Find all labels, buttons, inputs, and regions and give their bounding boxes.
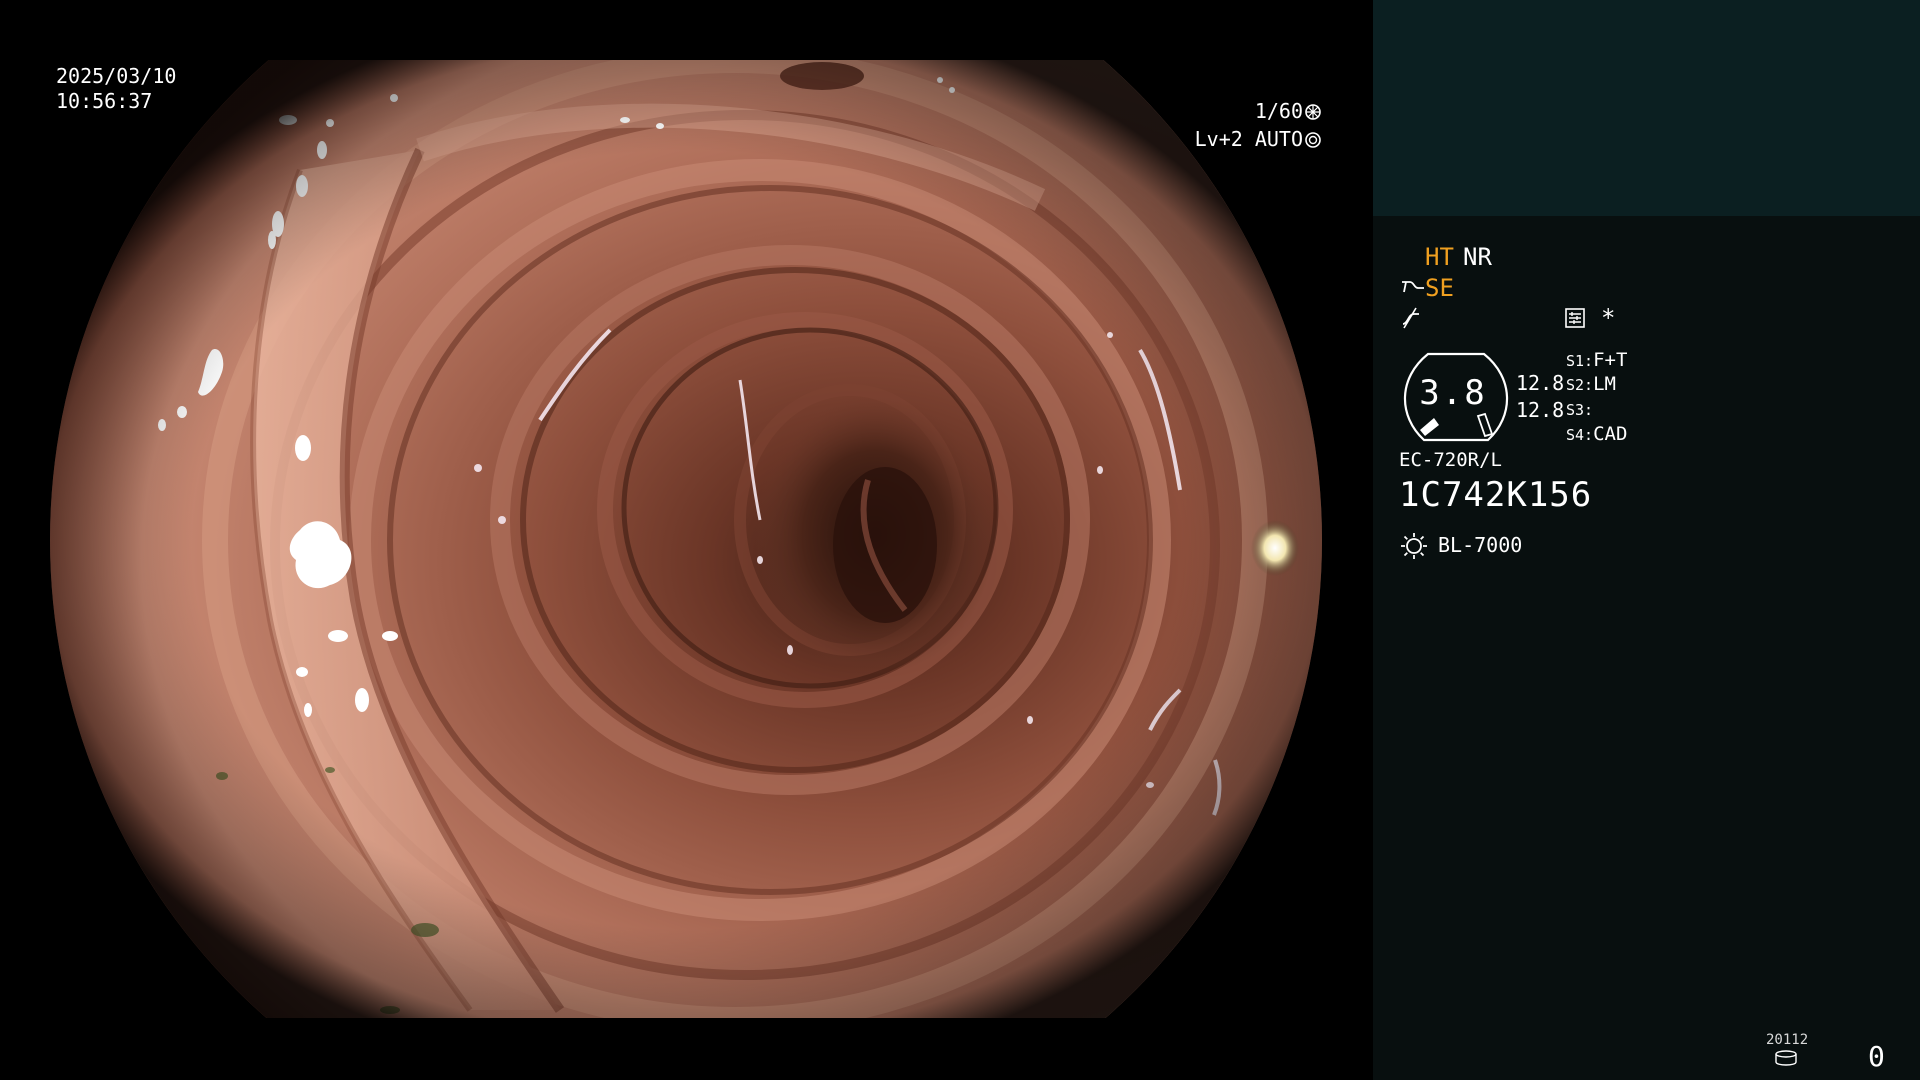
structure-enhance-icon [1402, 281, 1424, 293]
switch-2-key: S2: [1566, 376, 1594, 394]
endoscopy-screen: 2025/03/10 10:56:37 1/60 Lv+2 AUTO HT NR… [0, 0, 1920, 1080]
scope-serial-number: 1C742K156 [1399, 475, 1593, 515]
switch-1-key: S1: [1566, 352, 1594, 370]
patient-info-area [1373, 0, 1920, 216]
noise-filter-icon [1402, 307, 1419, 329]
brightness-level-row: Lv+2 AUTO [1195, 126, 1321, 152]
light-source-icon [1401, 533, 1427, 559]
settings-list-icon [1565, 308, 1585, 328]
switch-2-value: LM [1593, 373, 1616, 395]
exam-date: 2025/03/10 [56, 64, 177, 88]
light-source-model: BL-7000 [1438, 533, 1523, 557]
shutter-icon [1305, 104, 1321, 120]
switch-4: S4:CAD [1566, 423, 1627, 445]
image-counter-small: 20112 [1766, 1032, 1809, 1048]
nr-indicator: NR [1463, 243, 1492, 271]
shutter-speed-row: 1/60 [1255, 98, 1321, 124]
switch-1-value: F+T [1593, 349, 1628, 371]
info-panel: HT NR SE * 3.8 12.8 12.8 S1:F+T S2:LM S3… [1373, 0, 1920, 1080]
brightness-level: Lv+2 [1194, 127, 1243, 151]
scope-model: EC-720R/L [1399, 449, 1502, 471]
gauge-side-value-1: 12.8 [1516, 371, 1565, 395]
iris-icon [1305, 132, 1321, 148]
image-counter: 0 [1868, 1040, 1885, 1073]
endoscopic-image [50, 60, 1322, 1018]
iris-mode: AUTO [1254, 127, 1303, 151]
exam-time: 10:56:37 [56, 89, 153, 113]
switch-4-key: S4: [1566, 426, 1594, 444]
shutter-speed: 1/60 [1254, 99, 1303, 123]
gauge-side-value-2: 12.8 [1516, 398, 1565, 422]
switch-4-value: CAD [1593, 423, 1628, 445]
gauge-value: 3.8 [1419, 373, 1487, 413]
asterisk-indicator: * [1601, 304, 1616, 332]
switch-3-key: S3: [1566, 401, 1594, 419]
switch-3: S3: [1566, 398, 1593, 420]
ht-indicator: HT [1425, 243, 1454, 271]
switch-2: S2:LM [1566, 373, 1616, 395]
switch-1: S1:F+T [1566, 349, 1627, 371]
storage-icon [1775, 1050, 1797, 1066]
endoscope-view: 2025/03/10 10:56:37 1/60 Lv+2 AUTO [0, 0, 1373, 1080]
se-indicator: SE [1425, 274, 1454, 302]
